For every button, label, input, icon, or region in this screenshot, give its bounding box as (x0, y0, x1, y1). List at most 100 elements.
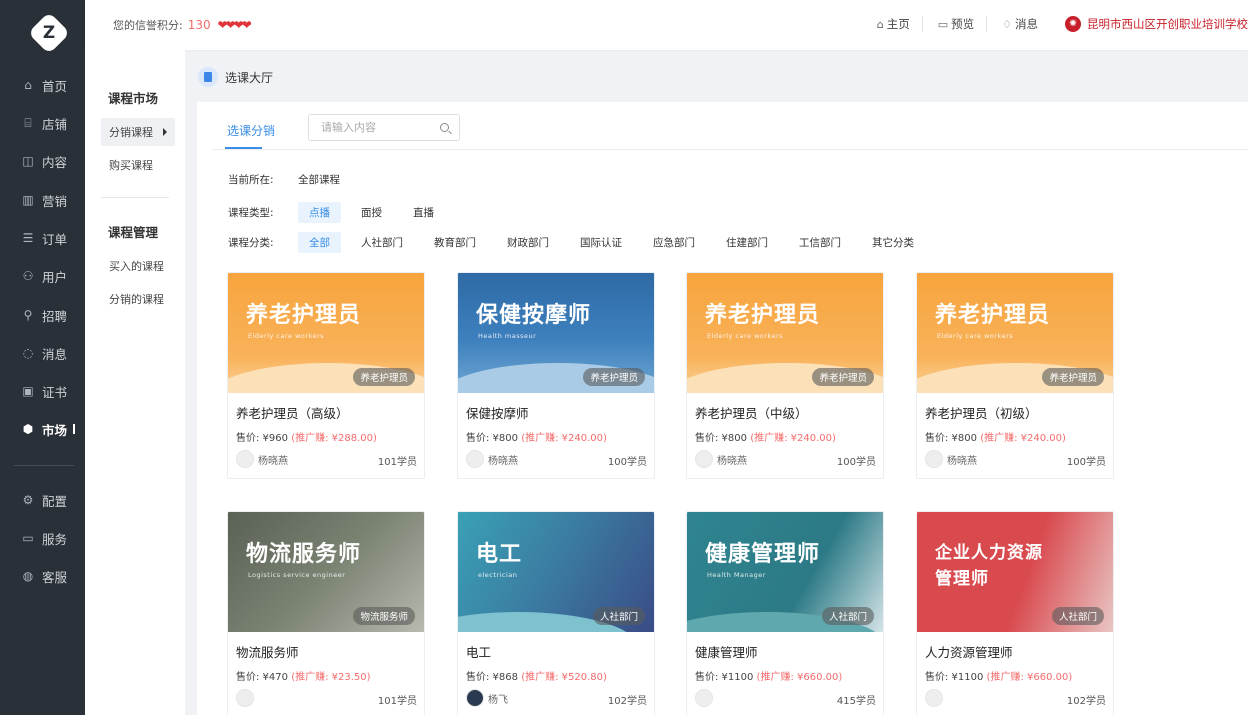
cover-title: 养老护理员 (705, 303, 821, 328)
course-card[interactable]: 健康管理师 Health Manager 人社部门 健康管理师 售价: ¥110… (686, 511, 884, 715)
avatar (236, 450, 254, 468)
avatar (695, 450, 713, 468)
course-card[interactable]: 电工 electrician 人社部门 电工 售价: ¥868 (推广赚: ¥5… (457, 511, 655, 715)
credit-label: 您的信誉积分: (113, 19, 183, 32)
sidebar-item-home[interactable]: ⌂ 首页 (0, 66, 85, 104)
certificate-icon: ▣ (22, 384, 34, 398)
messages-link-label: 消息 (1015, 17, 1038, 31)
cover-title: 健康管理师 (705, 542, 821, 567)
location-value: 全部课程 (298, 174, 340, 186)
logo-letter: Z (42, 23, 56, 43)
course-tag: 人社部门 (592, 607, 645, 625)
student-count: 100学员 (607, 457, 647, 468)
search-box (308, 114, 460, 141)
student-count: 100学员 (1066, 457, 1106, 468)
course-tag: 人社部门 (821, 607, 874, 625)
course-cover: 电工 electrician 人社部门 (458, 512, 654, 632)
type-chip-vod[interactable]: 点播 (298, 202, 341, 223)
course-price: 售价: ¥470 (推广赚: ¥23.50) (236, 668, 371, 683)
sidebar-item-service[interactable]: ▭ 服务 (0, 519, 85, 557)
course-card[interactable]: 养老护理员 Elderly care workers 养老护理员 养老护理员（高… (227, 272, 425, 479)
category-chip[interactable]: 应急部门 (642, 232, 706, 253)
message-icon: ◌ (22, 346, 34, 360)
tab-select-distribution[interactable]: 选课分销 (227, 122, 275, 139)
search-icon[interactable] (440, 123, 449, 132)
category-chip[interactable]: 人社部门 (350, 232, 414, 253)
subnav-item-distribution-courses[interactable]: 分销课程 (101, 118, 175, 146)
teacher-name: 杨晓燕 (717, 455, 747, 467)
top-header: 您的信誉积分: 130 ❤❤❤❤ ⌂ 主页 ▭ 预览 ♢ 消息 ✺ 昆明市西山区开创职… (85, 0, 1248, 50)
preview-link[interactable]: ▭ 预览 (938, 16, 988, 32)
course-cover: 养老护理员 Elderly care workers 养老护理员 (687, 273, 883, 393)
search-input[interactable] (321, 121, 431, 134)
filter-location: 当前所在: 全部课程 (228, 172, 340, 187)
home-link[interactable]: ⌂ 主页 (877, 16, 923, 32)
filter-label: 课程分类: (228, 237, 274, 249)
teacher: 杨晓燕 (236, 450, 288, 468)
heart-icons: ❤❤❤❤ (217, 18, 252, 32)
course-name: 健康管理师 (695, 645, 758, 660)
sidebar-item-content[interactable]: ◫ 内容 (0, 142, 85, 180)
subnav-item-distributed-courses[interactable]: 分销的课程 (101, 285, 175, 313)
teacher-name: 杨晓燕 (947, 455, 977, 467)
sidebar-item-market[interactable]: ⬢ 市场 (0, 410, 85, 448)
sidebar-item-orders[interactable]: ☰ 订单 (0, 219, 85, 257)
price-value: 售价: ¥800 (466, 433, 518, 444)
category-chip[interactable]: 全部 (298, 232, 341, 253)
sidebar-item-support[interactable]: ◍ 客服 (0, 557, 85, 595)
sidebar-item-label: 服务 (42, 531, 68, 547)
sidebar-item-certificates[interactable]: ▣ 证书 (0, 372, 85, 410)
type-chip-face-to-face[interactable]: 面授 (350, 202, 393, 223)
course-card[interactable]: 养老护理员 Elderly care workers 养老护理员 养老护理员（中… (686, 272, 884, 479)
subnav-item-bought-courses[interactable]: 买入的课程 (101, 252, 175, 280)
avatar (236, 689, 254, 707)
course-name: 养老护理员（中级） (695, 406, 808, 421)
category-chip[interactable]: 住建部门 (715, 232, 779, 253)
category-chip[interactable]: 财政部门 (496, 232, 560, 253)
course-card[interactable]: 保健按摩师 Health masseur 养老护理员 保健按摩师 售价: ¥80… (457, 272, 655, 479)
teacher: 杨晓燕 (695, 450, 747, 468)
sidebar-item-settings[interactable]: ⚙ 配置 (0, 481, 85, 519)
home-icon: ⌂ (24, 78, 32, 92)
cover-subtitle: Elderly care workers (248, 332, 325, 340)
header-actions: ⌂ 主页 ▭ 预览 ♢ 消息 ✺ 昆明市西山区开创职业培训学校 (877, 16, 1248, 32)
student-count: 415学员 (836, 696, 876, 707)
price-value: 售价: ¥470 (236, 672, 288, 683)
category-chip[interactable]: 工信部门 (788, 232, 852, 253)
main-sidebar: Z ⌂ 首页 ⌸ 店铺 ◫ 内容 ▥ 营销 ☰ 订单 ⚇ 用户 ⚲ 招聘 ◌ 消息 ▣ 证书 ⬢ 市… (0, 0, 85, 715)
order-icon: ☰ (22, 231, 34, 245)
sidebar-item-recruit[interactable]: ⚲ 招聘 (0, 296, 85, 334)
org-name[interactable]: 昆明市西山区开创职业培训学校 (1087, 16, 1248, 32)
category-chip[interactable]: 教育部门 (423, 232, 487, 253)
home-icon: ⌂ (876, 17, 884, 31)
sidebar-item-marketing[interactable]: ▥ 营销 (0, 181, 85, 219)
cover-title: 养老护理员 (935, 303, 1051, 328)
category-chip[interactable]: 其它分类 (861, 232, 925, 253)
course-card[interactable]: 企业人力资源管理师 人社部门 人力资源管理师 售价: ¥1100 (推广赚: ¥… (916, 511, 1114, 715)
sidebar-item-shop[interactable]: ⌸ 店铺 (0, 104, 85, 142)
filter-label: 课程类型: (228, 207, 274, 219)
promo-earning: (推广赚: ¥240.00) (750, 433, 836, 444)
course-name: 电工 (466, 645, 492, 660)
recruit-icon: ⚲ (23, 308, 33, 322)
teacher-name: 杨飞 (488, 694, 508, 706)
credit-value: 130 (187, 18, 211, 32)
course-card[interactable]: 物流服务师 Logistics service engineer 物流服务师 物… (227, 511, 425, 715)
filter-type: 课程类型: 点播 面授 直播 (228, 202, 454, 223)
user-icon: ⚇ (22, 269, 34, 283)
sidebar-item-users[interactable]: ⚇ 用户 (0, 257, 85, 295)
sidebar-item-label: 营销 (42, 193, 68, 209)
course-price: 售价: ¥800 (推广赚: ¥240.00) (466, 429, 607, 444)
page-title: 选课大厅 (225, 70, 274, 85)
price-value: 售价: ¥800 (925, 433, 977, 444)
sidebar-item-label: 首页 (42, 78, 68, 94)
category-chip[interactable]: 国际认证 (569, 232, 633, 253)
sidebar-item-messages[interactable]: ◌ 消息 (0, 334, 85, 372)
sidebar-item-label: 用户 (42, 269, 68, 285)
messages-link[interactable]: ♢ 消息 (1002, 16, 1050, 32)
course-card[interactable]: 养老护理员 Elderly care workers 养老护理员 养老护理员（初… (916, 272, 1114, 479)
subnav-item-purchase-courses[interactable]: 购买课程 (101, 151, 175, 179)
type-chip-live[interactable]: 直播 (402, 202, 445, 223)
student-count: 102学员 (607, 696, 647, 707)
course-price: 售价: ¥800 (推广赚: ¥240.00) (695, 429, 836, 444)
